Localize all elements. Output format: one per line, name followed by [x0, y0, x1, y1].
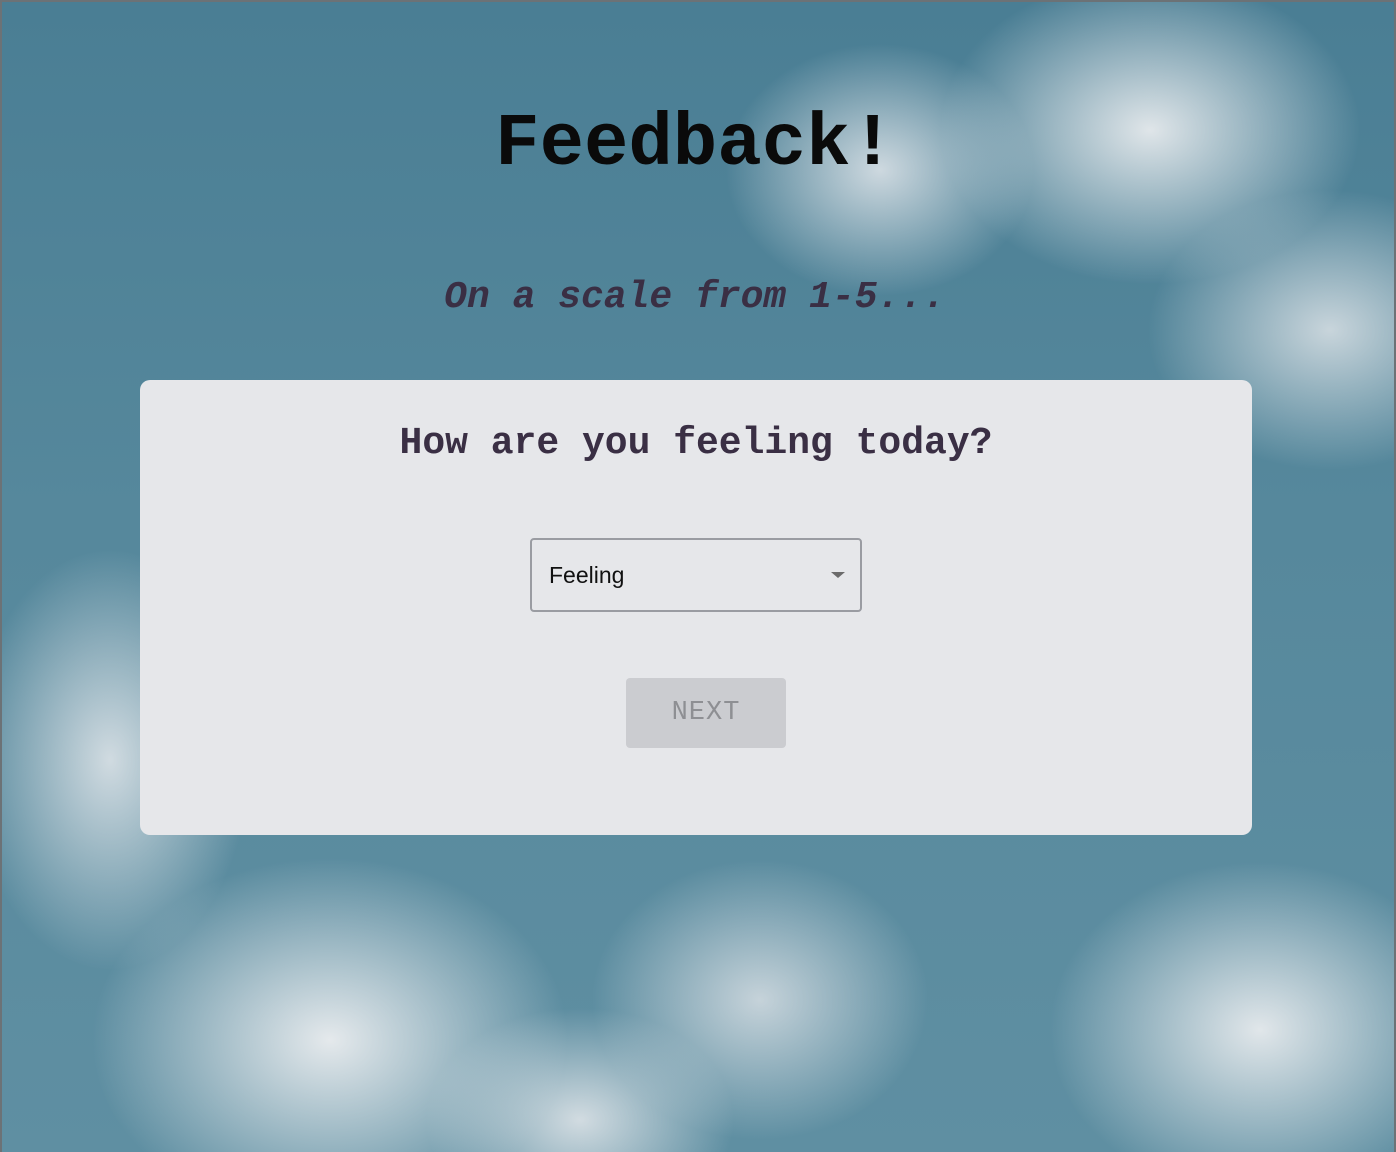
next-button[interactable]: NEXT — [626, 678, 786, 748]
caret-down-icon — [831, 572, 845, 578]
page-background: { "page": { "title": "Feedback!", "subti… — [0, 0, 1396, 1152]
question-text: How are you feeling today? — [399, 422, 993, 465]
feeling-select-value: Feeling — [549, 562, 625, 588]
page-title: Feedback! — [495, 103, 895, 187]
question-card: How are you feeling today? Feeling NEXT — [140, 380, 1252, 835]
page-subtitle: On a scale from 1-5... — [444, 276, 946, 319]
feeling-select[interactable]: Feeling — [530, 538, 862, 612]
